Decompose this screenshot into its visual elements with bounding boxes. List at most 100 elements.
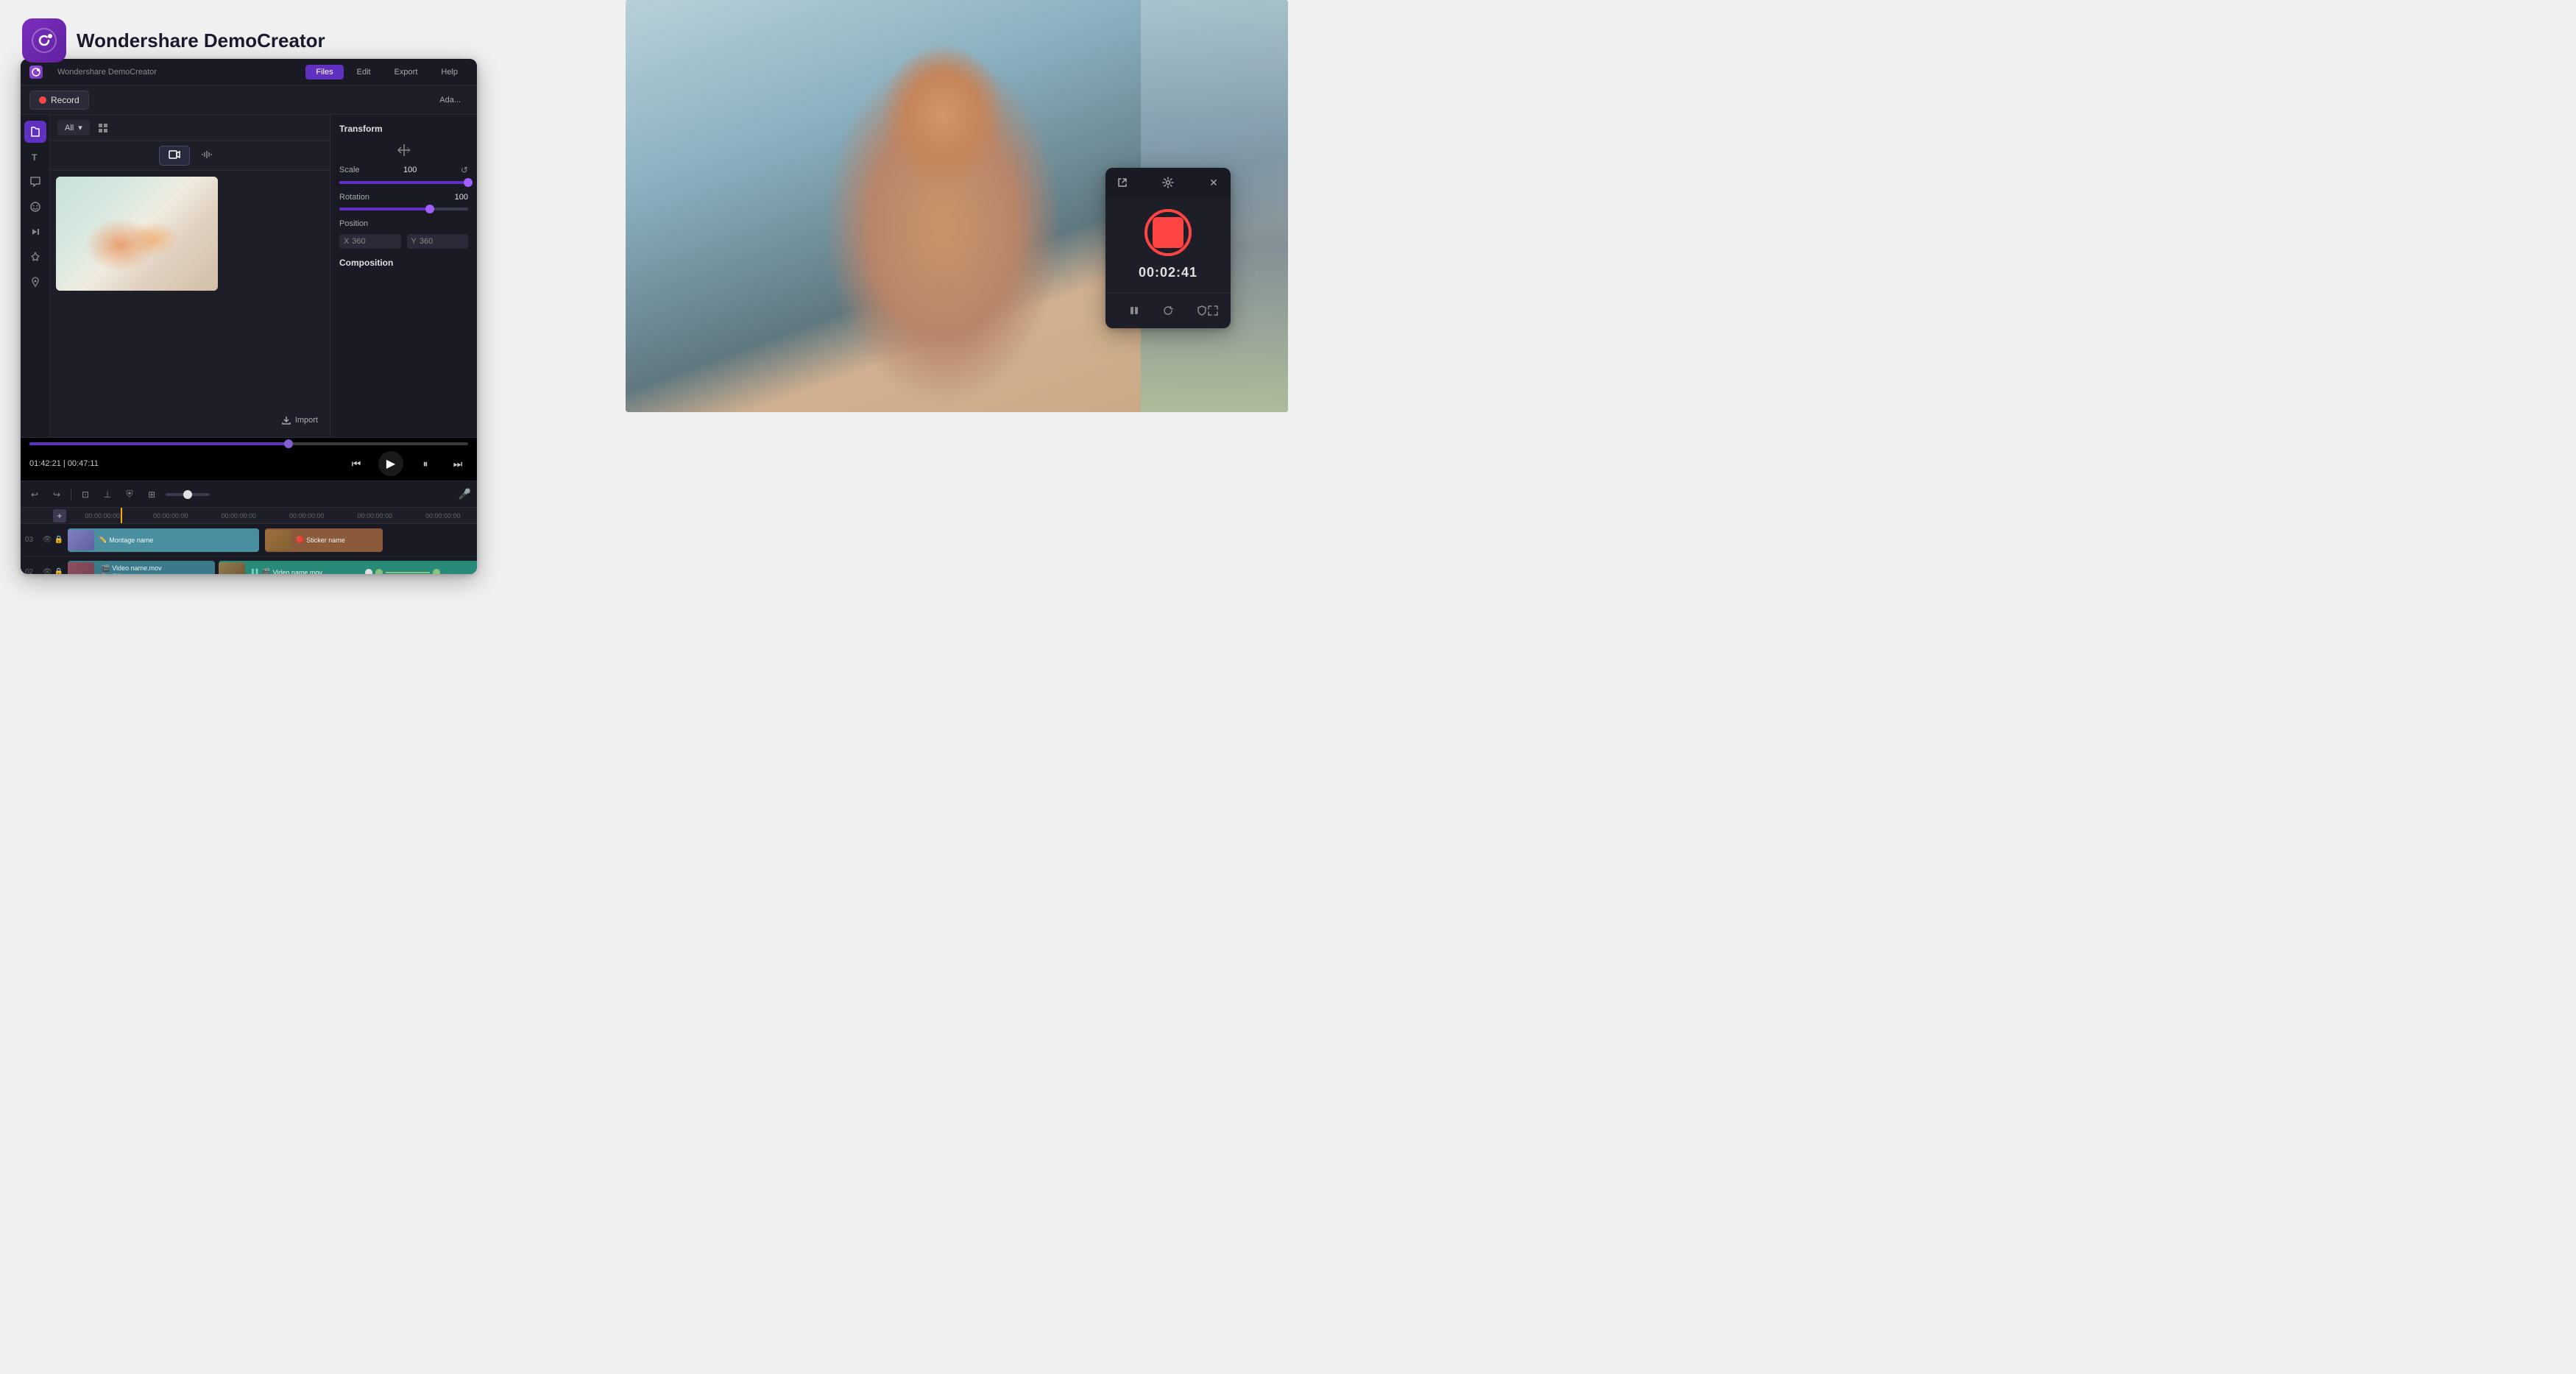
sidebar: T [21, 115, 50, 437]
playhead-line [121, 508, 122, 523]
track-eye-icon-02[interactable]: 👁 [43, 568, 52, 574]
undo-icon[interactable]: ↩ [26, 486, 43, 503]
sidebar-icon-emoji[interactable] [24, 196, 46, 218]
svg-text:T: T [32, 152, 38, 163]
thumbnail-area: Import [50, 171, 330, 437]
microphone-icon[interactable]: 🎤 [459, 488, 471, 500]
ruler-tick-4: 00:00:00:00 [341, 512, 409, 520]
tab-help[interactable]: Help [431, 65, 468, 79]
branding-area: Wondershare DemoCreator [22, 18, 325, 63]
sidebar-icon-effects[interactable] [24, 246, 46, 268]
rotation-label: Rotation [339, 193, 369, 202]
time-display: 01:42:21 | 00:47:11 [29, 459, 99, 468]
rec-record-area: 00:02:41 [1105, 197, 1231, 292]
media-tabs [50, 141, 330, 171]
track-lock-icon-03[interactable]: 🔒 [54, 536, 63, 544]
skip-back-button[interactable]: ⏮ [346, 453, 367, 474]
keyframe-dot-2 [375, 569, 383, 575]
ruler-tick-1: 00:00:00:00 [137, 512, 205, 520]
transform-title: Transform [339, 124, 468, 134]
flip-icon[interactable] [339, 143, 468, 157]
files-toolbar: All ▾ [50, 115, 330, 141]
keyframe-dot-1 [365, 569, 372, 575]
ruler-tick-2: 00:00:00:00 [205, 512, 273, 520]
external-link-icon[interactable] [1113, 173, 1132, 192]
controls-row: 01:42:21 | 00:47:11 ⏮ ▶ ⏸ ⏭ [29, 451, 468, 476]
progress-bar[interactable] [29, 442, 468, 445]
record-dot-icon [39, 96, 46, 104]
pause-rec-icon[interactable] [1124, 300, 1144, 321]
sidebar-icon-skip[interactable] [24, 221, 46, 243]
transform-panel: Transform Scale 100 ↺ Rotation 100 [330, 115, 477, 437]
split-icon[interactable]: ⊥ [99, 486, 116, 503]
media-tab-video[interactable] [159, 146, 190, 166]
tab-edit[interactable]: Edit [347, 65, 381, 79]
titlebar-logo [29, 65, 43, 79]
speed-scrubber[interactable] [166, 493, 210, 496]
redo-icon[interactable]: ↪ [49, 486, 65, 503]
clip-video1[interactable]: 🎬 Video name.mov ✏️ Effect name [68, 561, 215, 575]
crop-icon[interactable]: ⊡ [77, 486, 93, 503]
timeline-toolbar: ↩ ↪ ⊡ ⊥ ⛨ ⊞ 🎤 [21, 481, 477, 508]
brand-name-text: Wondershare DemoCreator [77, 29, 325, 52]
clip-video2-thumb [219, 562, 245, 575]
track-num-02: 02 [25, 568, 33, 574]
title-bar: Wondershare DemoCreator Files Edit Expor… [21, 59, 477, 85]
scale-label: Scale [339, 166, 360, 174]
media-thumbnail [56, 177, 218, 291]
rotate-icon[interactable] [1158, 300, 1178, 321]
sidebar-icon-rocket[interactable] [24, 271, 46, 293]
close-icon[interactable]: ✕ [1204, 173, 1223, 192]
thumb-image-content [56, 177, 218, 291]
record-button[interactable]: Record [29, 91, 89, 110]
rotation-slider[interactable] [339, 208, 468, 210]
tab-export[interactable]: Export [384, 65, 428, 79]
files-panel: All ▾ [50, 115, 330, 437]
extend-icon[interactable]: ⊞ [144, 486, 160, 503]
shield-icon[interactable]: ⛨ [121, 486, 138, 503]
sidebar-icon-files[interactable] [24, 121, 46, 143]
rotation-value: 100 [455, 193, 468, 202]
import-label: Import [295, 416, 318, 425]
track-label-03: 03 👁 🔒 [21, 536, 68, 544]
position-y-input[interactable]: Y 360 [407, 234, 469, 249]
video2-name: Video name.mov [273, 569, 322, 575]
keyframe-line [386, 572, 430, 573]
sidebar-icon-text[interactable]: T [24, 146, 46, 168]
add-track-button[interactable]: + [53, 509, 66, 523]
fullscreen-icon[interactable] [1203, 300, 1223, 321]
scale-value: 100 [403, 166, 417, 174]
import-button[interactable]: Import [281, 415, 318, 425]
pause-button[interactable]: ⏸ [415, 453, 436, 474]
position-x-label: X [344, 237, 349, 246]
ruler-tick-5: 00:00:00:00 [409, 512, 478, 520]
clip-sticker[interactable]: 🔴 Sticker name [265, 528, 383, 552]
record-big-button[interactable] [1144, 209, 1192, 256]
track-content-03: ✏️ Montage name 🔴 Sticker name [68, 527, 477, 553]
chevron-down-icon: ▾ [78, 123, 82, 132]
position-x-input[interactable]: X 360 [339, 234, 401, 249]
scrubber-thumb [183, 490, 192, 499]
scale-slider[interactable] [339, 181, 468, 184]
scale-reset-icon[interactable]: ↺ [461, 165, 468, 175]
record-label: Record [51, 95, 79, 105]
recording-timer: 00:02:41 [1139, 265, 1197, 280]
settings-icon[interactable] [1158, 173, 1178, 192]
clip-montage[interactable]: ✏️ Montage name [68, 528, 259, 552]
grid-view-icon[interactable] [96, 121, 110, 135]
track-eye-icon-03[interactable]: 👁 [43, 536, 52, 544]
titlebar-app-name: Wondershare DemoCreator [57, 68, 291, 77]
tab-files[interactable]: Files [305, 65, 343, 79]
montage-name: Montage name [109, 537, 153, 544]
video1-name: Video name.mov [112, 564, 161, 572]
skip-forward-button[interactable]: ⏭ [447, 453, 468, 474]
clip-sticker-thumb [265, 530, 291, 550]
adapt-label[interactable]: Ada... [432, 93, 468, 107]
keyframe-dot-3 [433, 569, 440, 575]
rotation-row: Rotation 100 [339, 193, 468, 202]
all-dropdown[interactable]: All ▾ [57, 120, 90, 135]
sidebar-icon-chat[interactable] [24, 171, 46, 193]
track-lock-icon-02[interactable]: 🔒 [54, 568, 63, 574]
play-button[interactable]: ▶ [378, 451, 403, 476]
media-tab-audio[interactable] [193, 146, 221, 166]
